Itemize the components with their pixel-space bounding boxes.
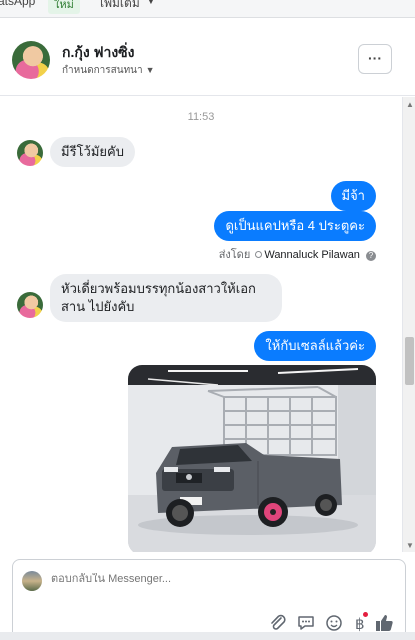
scroll-up-icon[interactable]: ▲: [406, 100, 414, 109]
chevron-down-icon[interactable]: ▼: [146, 0, 156, 7]
message-list-scrollbar[interactable]: ▲ ▼: [402, 97, 415, 552]
reply-composer: ฿: [12, 559, 406, 640]
top-tab-strip: atsApp ใหม่ เพิ่มเติม ▼: [0, 0, 415, 18]
message-bubble-incoming: มีรีโว้มัยคับ: [50, 137, 135, 167]
message-photo-pickup-truck[interactable]: [128, 365, 376, 552]
conversation-panel: ก.กุ้ง ฟางซิ่ง กำหนดการสนทนา ▼ ··· 11:53 …: [0, 18, 415, 640]
like-thumb-icon[interactable]: [373, 612, 395, 634]
pickup-truck-image: [128, 365, 376, 552]
message-list: 11:53 มีรีโว้มัยคับ มีจ้า ดูเป็นแคปหรือ …: [0, 97, 402, 552]
contact-avatar[interactable]: [12, 41, 50, 79]
attachment-icon[interactable]: [267, 612, 289, 634]
scrollbar-thumb[interactable]: [405, 337, 414, 385]
svg-text:฿: ฿: [355, 615, 365, 633]
message-bubble-outgoing: ดูเป็นแคปหรือ 4 ประตูคะ: [214, 211, 376, 241]
scroll-down-icon[interactable]: ▼: [406, 541, 414, 550]
contact-avatar-small: [17, 292, 43, 318]
message-timestamp: 11:53: [187, 111, 215, 123]
message-bubble-outgoing: ให้กับเซลล์แล้วค่ะ: [254, 331, 376, 361]
conversation-header: ก.กุ้ง ฟางซิ่ง กำหนดการสนทนา ▼ ···: [0, 18, 415, 96]
chevron-down-icon: ▼: [145, 65, 155, 75]
sent-by-prefix: ส่งโดย: [218, 249, 251, 261]
page-avatar: [22, 571, 42, 591]
whatsapp-tab-label[interactable]: atsApp: [0, 0, 35, 8]
new-badge: ใหม่: [48, 0, 80, 14]
help-icon[interactable]: ?: [366, 251, 376, 261]
sender-name[interactable]: Wannaluck Pilawan: [264, 249, 360, 261]
sender-icon: [255, 251, 263, 258]
conversation-settings-dropdown[interactable]: กำหนดการสนทนา ▼: [62, 63, 155, 78]
saved-reply-icon[interactable]: [295, 612, 317, 634]
composer-toolbar: ฿: [257, 612, 397, 634]
contact-name[interactable]: ก.กุ้ง ฟางซิ่ง: [62, 42, 135, 64]
emoji-icon[interactable]: [323, 612, 345, 634]
reply-input[interactable]: [51, 573, 351, 585]
notification-dot: [363, 612, 368, 617]
conversation-settings-label: กำหนดการสนทนา: [62, 65, 143, 76]
sent-by-label: ส่งโดย Wannaluck Pilawan ?: [219, 245, 376, 263]
message-bubble-incoming: หัวเดี่ยวพร้อมบรรทุกน้องสาวให้เอกสาน ไปย…: [50, 274, 282, 322]
contact-avatar-small: [17, 140, 43, 166]
message-bubble-outgoing: มีจ้า: [330, 181, 376, 211]
payment-baht-icon[interactable]: ฿: [349, 612, 371, 634]
bottom-edge: [0, 632, 415, 640]
more-menu-label[interactable]: เพิ่มเติม: [100, 0, 140, 13]
more-options-button[interactable]: ···: [358, 44, 392, 74]
